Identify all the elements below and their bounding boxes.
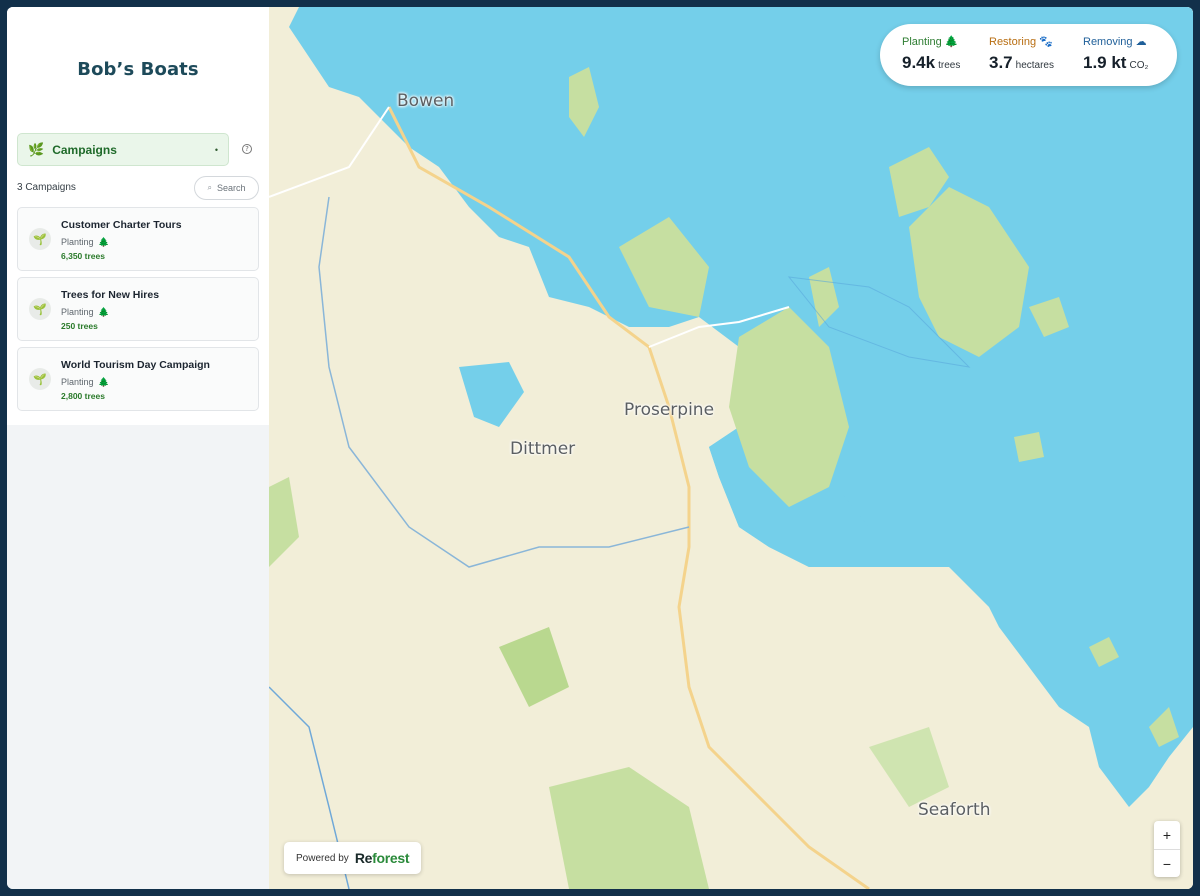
search-icon: ⌕ bbox=[207, 183, 212, 192]
tree-icon: 🌲 bbox=[944, 36, 959, 48]
tree-icon: 🌲 bbox=[98, 307, 110, 317]
zoom-out-button[interactable]: − bbox=[1154, 850, 1180, 878]
campaign-count: 3 Campaigns bbox=[17, 182, 76, 193]
leaf-icon: 🌿 bbox=[28, 141, 45, 157]
stat-planting: Planting 🌲 9.4k trees bbox=[902, 35, 960, 73]
place-label-proserpine: Proserpine bbox=[624, 400, 715, 420]
campaign-card[interactable]: 🌱 Trees for New Hires Planting 🌲 250 tre… bbox=[17, 277, 259, 341]
campaign-type-label: Planting bbox=[61, 307, 94, 317]
stat-removing-label: Removing ☁ bbox=[1083, 35, 1148, 48]
stat-restoring-value: 3.7 bbox=[989, 53, 1013, 72]
stat-restoring-label-text: Restoring bbox=[989, 36, 1037, 48]
campaign-trees: 250 trees bbox=[61, 321, 98, 331]
stat-planting-label: Planting 🌲 bbox=[902, 35, 960, 48]
sprout-icon: 🌱 bbox=[29, 368, 51, 390]
cloud-icon: ☁ bbox=[1135, 36, 1147, 48]
tree-icon: 🌲 bbox=[98, 377, 110, 387]
reforest-logo: Reforest bbox=[354, 850, 410, 866]
tree-icon: 🌲 bbox=[98, 237, 110, 247]
stat-planting-label-text: Planting bbox=[902, 36, 942, 48]
stat-planting-value: 9.4k bbox=[902, 53, 936, 72]
campaign-card[interactable]: 🌱 Customer Charter Tours Planting 🌲 6,35… bbox=[17, 207, 259, 271]
campaign-type: Planting 🌲 bbox=[61, 307, 109, 318]
stat-removing-unit: CO₂ bbox=[1129, 60, 1149, 71]
sidebar-panel: Bob’s Boats 🌿 Campaigns • ? 3 Campaigns … bbox=[7, 7, 269, 425]
sidebar: Bob’s Boats 🌿 Campaigns • ? 3 Campaigns … bbox=[7, 7, 269, 889]
map-canvas[interactable]: Bowen Proserpine Dittmer Seaforth Planti… bbox=[269, 7, 1193, 889]
brand-title: Bob’s Boats bbox=[77, 59, 199, 80]
place-label-bowen: Bowen bbox=[397, 91, 455, 111]
place-label-dittmer: Dittmer bbox=[510, 439, 576, 459]
powered-by-badge[interactable]: Powered by Reforest bbox=[284, 842, 421, 874]
powered-by-text: Powered by bbox=[296, 852, 349, 864]
campaign-title: Customer Charter Tours bbox=[61, 219, 182, 231]
stat-removing-value: 1.9 kt bbox=[1083, 53, 1127, 72]
stat-planting-unit: trees bbox=[938, 60, 961, 71]
reforest-logo-b: forest bbox=[372, 850, 410, 866]
stat-restoring-label: Restoring 🐾 bbox=[989, 35, 1054, 48]
sprout-icon: 🌱 bbox=[29, 228, 51, 250]
zoom-in-button[interactable]: + bbox=[1154, 821, 1180, 849]
campaign-type: Planting 🌲 bbox=[61, 237, 109, 248]
campaign-type-label: Planting bbox=[61, 377, 94, 387]
app-frame: Bob’s Boats 🌿 Campaigns • ? 3 Campaigns … bbox=[7, 7, 1193, 889]
campaign-type: Planting 🌲 bbox=[61, 377, 109, 388]
chevron-down-icon: • bbox=[214, 144, 218, 155]
campaigns-dropdown-label: Campaigns bbox=[52, 142, 117, 157]
search-button-label: Search bbox=[216, 183, 246, 193]
campaign-type-label: Planting bbox=[61, 237, 94, 247]
campaign-trees: 2,800 trees bbox=[61, 391, 105, 401]
footprints-icon: 🐾 bbox=[1039, 36, 1053, 48]
place-label-seaforth: Seaforth bbox=[918, 800, 991, 820]
campaign-trees: 6,350 trees bbox=[61, 251, 105, 261]
stat-restoring-unit: hectares bbox=[1015, 60, 1054, 71]
reforest-logo-a: Re bbox=[354, 850, 373, 866]
campaign-title: World Tourism Day Campaign bbox=[61, 359, 210, 371]
campaigns-dropdown[interactable]: 🌿 Campaigns • bbox=[17, 133, 229, 166]
map-basemap[interactable] bbox=[269, 7, 1193, 889]
stat-restoring: Restoring 🐾 3.7 hectares bbox=[989, 35, 1054, 73]
search-button[interactable]: ⌕ Search bbox=[194, 176, 259, 200]
impact-stats-panel: Planting 🌲 9.4k trees Restoring 🐾 3.7 hect… bbox=[880, 24, 1177, 86]
zoom-controls: + − bbox=[1154, 821, 1180, 877]
stat-removing-label-text: Removing bbox=[1083, 36, 1133, 48]
campaign-title: Trees for New Hires bbox=[61, 289, 160, 301]
help-icon[interactable]: ? bbox=[242, 144, 252, 154]
stat-removing: Removing ☁ 1.9 kt CO₂ bbox=[1083, 35, 1148, 73]
campaign-card[interactable]: 🌱 World Tourism Day Campaign Planting 🌲 … bbox=[17, 347, 259, 411]
sprout-icon: 🌱 bbox=[29, 298, 51, 320]
